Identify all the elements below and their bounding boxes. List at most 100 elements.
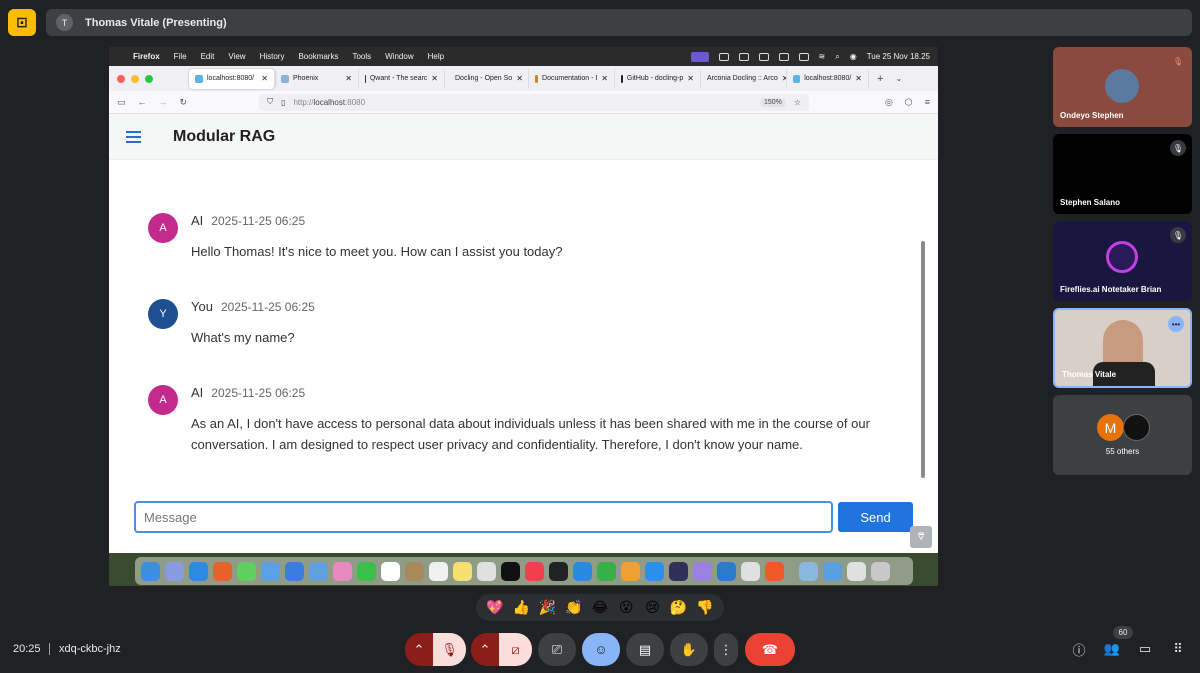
battery-icon [798,52,809,61]
bluesky-icon [285,561,304,581]
close-tab-icon: ✕ [516,74,523,83]
message-avatar: A [148,385,178,415]
more-options-button[interactable]: ⋮ [714,633,738,666]
reactions-button[interactable]: ☺ [582,633,620,666]
app-title: Modular RAG [173,127,276,145]
menu-help: Help [427,52,445,61]
downloads-folder-icon [823,561,842,581]
mac-menubar: Firefox File Edit View History Bookmarks… [109,47,938,66]
participant-name: Ondeyo Stephen [1060,111,1124,120]
presenter-avatar: T [56,14,73,31]
others-avatar-2 [1123,414,1150,441]
window-icon [738,52,749,61]
moon-icon [778,52,789,61]
brave-icon [765,561,784,581]
tab-label: GitHub - docling-p [626,75,684,82]
reaction-thumbs-down[interactable]: 👎 [695,599,715,616]
message-text: As an AI, I don't have access to persona… [191,416,870,452]
bookmark-star-icon: ☆ [793,97,802,107]
mic-off-button[interactable]: 🎙 [433,633,466,666]
menu-file: File [173,52,187,61]
control-center-icon: ◉ [849,52,857,61]
url-text: http://localhost:8080 [293,98,365,107]
mail-icon [261,561,280,581]
others-avatar: M [1097,414,1124,441]
applications-folder-icon [799,561,818,581]
raise-hand-button[interactable]: ✋ [670,633,708,666]
captions-button[interactable]: ▤ [626,633,664,666]
message-input[interactable]: Message [134,501,833,533]
activities-icon[interactable]: ⠿ [1170,641,1186,657]
meet-logo-icon[interactable]: ⊡ [8,9,36,36]
menu-tools: Tools [352,52,372,61]
tab-favicon-icon [621,74,623,83]
browser-tab: Docling - Open So ✕ [445,68,529,89]
people-icon[interactable]: 👥 [1104,641,1120,657]
browser-tabbar: localhost:8080/✕ Phoenix ✕ Qwant - The se… [109,66,938,91]
presenting-label: Thomas Vitale (Presenting) [85,16,227,29]
browser-tab: localhost:8080/ ✕ [189,68,275,89]
participant-name: Thomas Vitale [1062,370,1117,379]
reaction-thinking[interactable]: 🤔 [669,599,689,616]
maps-icon [309,561,328,581]
freeform-icon [477,561,496,581]
camera-options-chevron-icon[interactable]: ⌃ [471,633,499,666]
shared-screen: Firefox File Edit View History Bookmarks… [109,47,938,586]
meeting-code: xdq-ckbc-jhz [59,643,121,655]
minimize-window-icon [131,74,139,83]
back-icon: ← [137,97,147,107]
tv-icon [501,561,520,581]
close-tab-icon: ✕ [431,74,438,83]
tab-label: Arconia Docling :: Arco [707,75,778,82]
chat-icon[interactable]: ▭ [1137,641,1153,657]
menubar-datetime: Tue 25 Nov 18.25 [866,52,930,61]
participant-tile[interactable]: 🎙 Ondeyo Stephen [1053,47,1192,127]
shield-icon: ⛉ [267,97,274,106]
chat-scrollbar[interactable] [921,241,925,478]
browser-tab: Arconia Docling :: Arco✕ [701,68,787,89]
sidebar-toggle-icon: ▭ [117,96,126,107]
hamburger-menu-icon[interactable] [126,130,141,143]
reaction-party[interactable]: 🎉 [538,599,558,616]
reaction-heart[interactable]: 💖 [485,599,505,616]
url-prefix: http:// [293,97,314,107]
music-icon [525,561,544,581]
participant-name: Fireflies.ai Notetaker Brian [1060,285,1162,294]
contacts-icon [405,561,424,581]
others-tile[interactable]: M 55 others [1053,395,1192,475]
photos-icon [333,561,352,581]
reaction-surprised[interactable]: 😮 [616,599,636,616]
tab-favicon-icon [535,74,539,83]
present-screen-button[interactable]: ⎚ [538,633,576,666]
camera-off-button[interactable]: ⧄ [499,633,532,666]
reaction-laugh[interactable]: 😂 [590,599,610,616]
keynote-icon [573,561,592,581]
chat-message: A AI 2025-11-25 06:25 Hello Thomas! It's … [148,213,911,262]
mic-off-icon: 🎙 [1170,227,1186,243]
more-options-icon: ••• [1168,316,1184,332]
participant-tile-active-speaker[interactable]: ••• Thomas Vitale [1053,308,1192,388]
participant-tile[interactable]: 🎙 Stephen Salano [1053,134,1192,214]
message-author: You [191,299,213,314]
window-controls [109,74,189,83]
reaction-thumbs-up[interactable]: 👍 [511,599,531,616]
numbers-icon [597,561,616,581]
tab-list-icon: ⌄ [895,74,903,83]
reaction-sad[interactable]: 😢 [642,599,662,616]
mac-dock [135,557,913,585]
app-store-icon [645,561,664,581]
divider [49,643,50,655]
send-button[interactable]: Send [838,502,913,532]
meeting-info-icon[interactable]: ⓘ [1071,641,1087,658]
leave-call-button[interactable]: ☎ [745,633,795,666]
timer-icon [718,52,729,61]
participant-tile[interactable]: 🎙 Fireflies.ai Notetaker Brian [1053,221,1192,301]
browser-tab: Qwant - The searc ✕ [359,68,445,89]
url-host: localhost [313,97,346,107]
message-timestamp: 2025-11-25 06:25 [220,300,315,314]
messages-icon [237,561,256,581]
reaction-clap[interactable]: 👏 [564,599,584,616]
tab-favicon-icon [365,74,366,83]
scroll-down-icon[interactable]: ⩢ [910,526,932,548]
mic-options-chevron-icon[interactable]: ⌃ [405,633,433,666]
